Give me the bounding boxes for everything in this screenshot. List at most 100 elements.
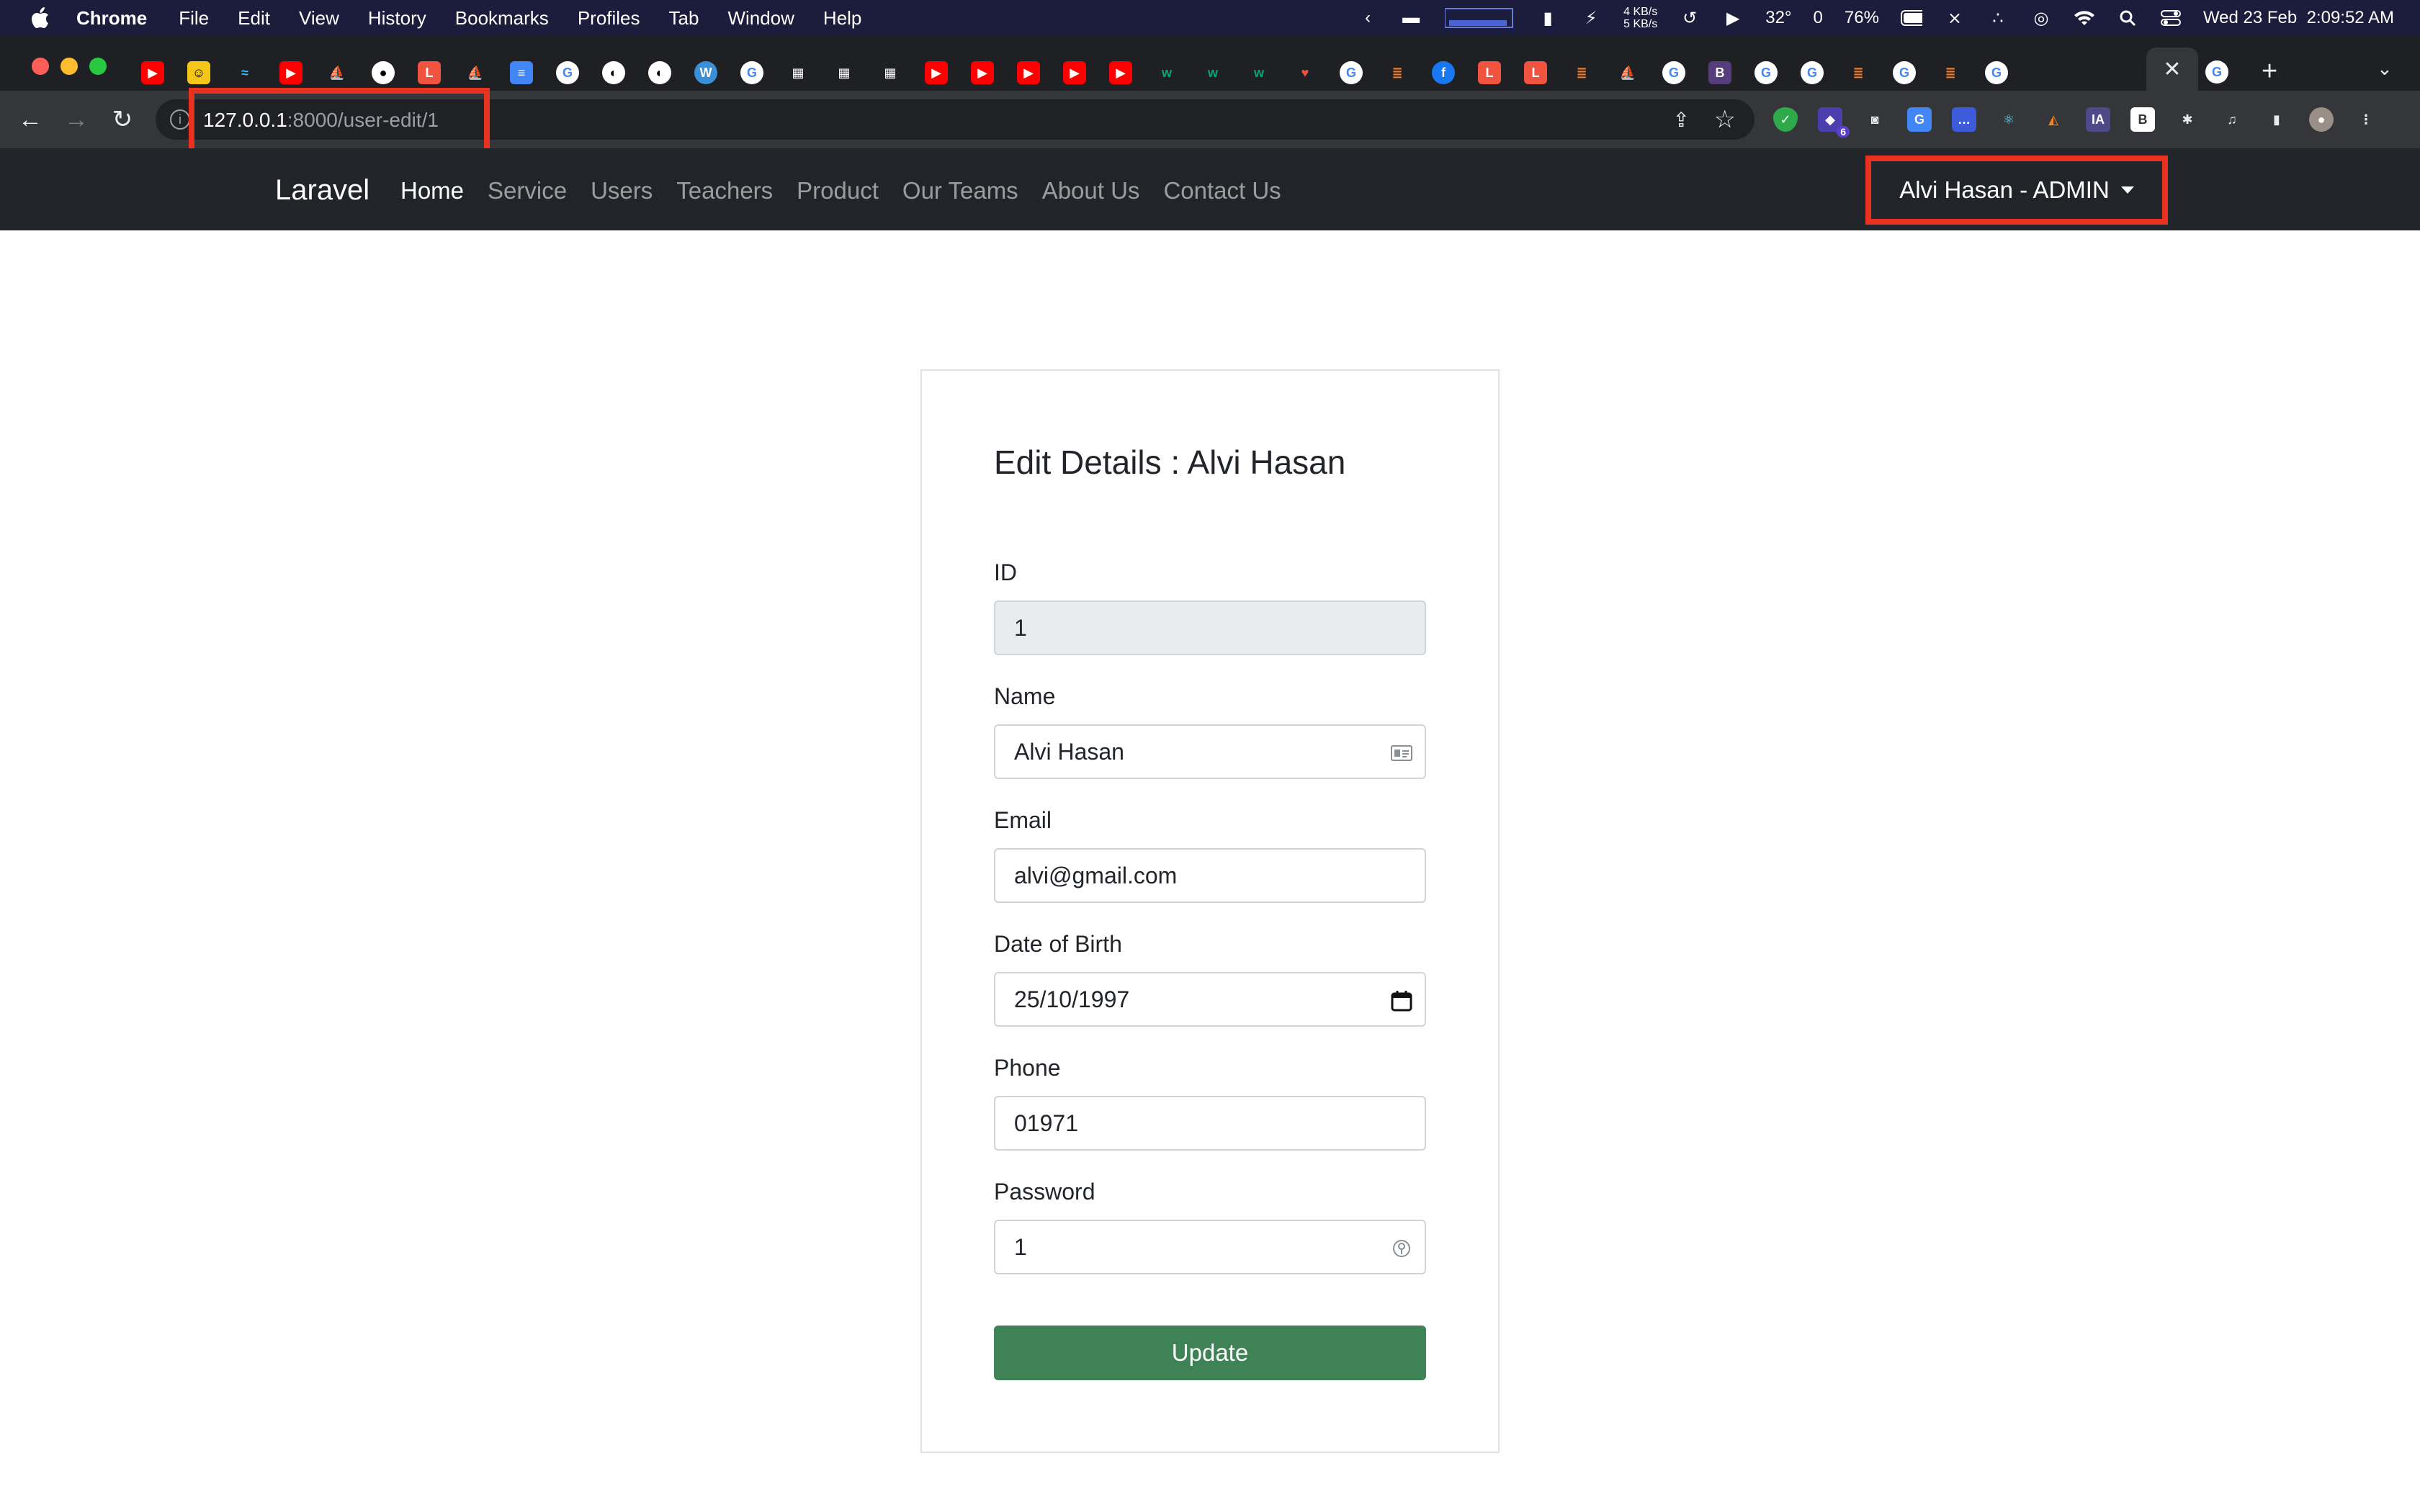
wifi-icon[interactable]: [2074, 9, 2095, 27]
password-key-icon[interactable]: [1387, 1234, 1416, 1263]
search-icon[interactable]: [2117, 9, 2138, 27]
metamask-extension-icon[interactable]: ◭: [2041, 107, 2066, 132]
youtube-tab-icon[interactable]: ▶: [1017, 61, 1040, 84]
youtube-tab-icon[interactable]: ▶: [1063, 61, 1086, 84]
circle-tab-icon[interactable]: ◐: [648, 61, 671, 84]
laravel-tab-icon[interactable]: L: [1524, 61, 1547, 84]
facebook-tab-icon[interactable]: f: [1432, 61, 1455, 84]
bookmark-star-icon[interactable]: ☆: [1714, 105, 1736, 134]
grid-tab-icon[interactable]: ▦: [786, 61, 810, 84]
circle-tab-icon[interactable]: ◐: [602, 61, 625, 84]
share-icon[interactable]: ⇪: [1673, 108, 1690, 132]
sail-tab-icon[interactable]: ⛵: [326, 61, 349, 84]
back-button[interactable]: ←: [14, 104, 46, 135]
nav-contact-us[interactable]: Contact Us: [1163, 177, 1281, 204]
stackoverflow-tab-icon[interactable]: ≣: [1847, 61, 1870, 84]
forward-button[interactable]: →: [60, 104, 92, 135]
w3-tab-icon[interactable]: w: [1155, 61, 1178, 84]
name-input[interactable]: Alvi Hasan: [994, 724, 1426, 779]
docs-tab-icon[interactable]: ≡: [510, 61, 533, 84]
calendar-icon[interactable]: [1387, 986, 1416, 1015]
nav-teachers[interactable]: Teachers: [676, 177, 773, 204]
youtube-tab-icon[interactable]: ▶: [925, 61, 948, 84]
menu-bookmarks[interactable]: Bookmarks: [455, 7, 549, 30]
memory-icon[interactable]: ▮: [1537, 9, 1559, 28]
nav-home[interactable]: Home: [400, 177, 464, 204]
time-machine-icon[interactable]: ↺: [1679, 9, 1700, 28]
google-tab-icon[interactable]: G: [2205, 60, 2228, 84]
battery-stat-icon[interactable]: ⚡: [1580, 9, 1602, 28]
airdrop-icon[interactable]: ◎: [2030, 9, 2052, 28]
phone-input[interactable]: 01971: [994, 1096, 1426, 1151]
active-tab[interactable]: ✕: [2146, 48, 2198, 91]
menu-help[interactable]: Help: [823, 7, 861, 30]
play-icon[interactable]: ▶: [1722, 9, 1744, 28]
stackoverflow-tab-icon[interactable]: ≣: [1939, 61, 1962, 84]
translate-extension-icon[interactable]: G: [1907, 107, 1932, 132]
control-center-icon[interactable]: [2160, 9, 2182, 27]
tailwind-tab-icon[interactable]: ≈: [233, 61, 256, 84]
dob-input[interactable]: 25/10/1997: [994, 972, 1426, 1027]
update-button[interactable]: Update: [994, 1326, 1426, 1380]
wp-tab-icon[interactable]: W: [694, 61, 717, 84]
cpu-graph-icon[interactable]: [1443, 8, 1515, 28]
password-input[interactable]: 1: [994, 1220, 1426, 1274]
b-extension-icon[interactable]: B: [2130, 107, 2155, 132]
side-panel-icon[interactable]: ▮: [2264, 107, 2289, 132]
bootstrap-tab-icon[interactable]: B: [1708, 61, 1731, 84]
bluetooth-off-icon[interactable]: ⨯: [1944, 9, 1966, 28]
menu-history[interactable]: History: [368, 7, 426, 30]
nav-our-teams[interactable]: Our Teams: [902, 177, 1018, 204]
ia-extension-icon[interactable]: IA: [2086, 107, 2110, 132]
menu-profiles[interactable]: Profiles: [578, 7, 640, 30]
w3-tab-icon[interactable]: w: [1201, 61, 1224, 84]
camera-extension-icon[interactable]: ◙: [1863, 107, 1887, 132]
minimize-window-button[interactable]: [60, 58, 78, 75]
dots-extension-icon[interactable]: …: [1952, 107, 1976, 132]
github-tab-icon[interactable]: ●: [372, 61, 395, 84]
extensions-puzzle-icon[interactable]: ✱: [2175, 107, 2200, 132]
stackoverflow-tab-icon[interactable]: ≣: [1570, 61, 1593, 84]
chrome-menu-icon[interactable]: ⋮: [2354, 107, 2378, 132]
emoji-tab-icon[interactable]: ☺: [187, 61, 210, 84]
nav-users[interactable]: Users: [591, 177, 653, 204]
google-tab-icon[interactable]: G: [1662, 61, 1685, 84]
battery-icon[interactable]: [1900, 9, 1922, 27]
menu-edit[interactable]: Edit: [238, 7, 270, 30]
tab-search-icon[interactable]: ⌄: [2377, 58, 2393, 80]
shield-extension-icon[interactable]: ✓: [1773, 107, 1798, 132]
docker-icon[interactable]: ▬: [1400, 8, 1422, 27]
google-tab-icon[interactable]: G: [1801, 61, 1824, 84]
grid-tab-icon[interactable]: ▦: [833, 61, 856, 84]
menu-view[interactable]: View: [299, 7, 339, 30]
email-input[interactable]: alvi@gmail.com: [994, 848, 1426, 903]
dots-icon[interactable]: ∴: [1987, 9, 2009, 28]
grid-tab-icon[interactable]: ▦: [879, 61, 902, 84]
google-tab-icon[interactable]: G: [1893, 61, 1916, 84]
nav-about-us[interactable]: About Us: [1042, 177, 1140, 204]
new-tab-button[interactable]: +: [2262, 56, 2277, 87]
contact-card-icon[interactable]: [1387, 739, 1416, 768]
reload-button[interactable]: ↻: [107, 104, 138, 135]
youtube-tab-icon[interactable]: ▶: [971, 61, 994, 84]
apple-icon[interactable]: [26, 6, 55, 30]
youtube-tab-icon[interactable]: ▶: [279, 61, 302, 84]
youtube-tab-icon[interactable]: ▶: [141, 61, 164, 84]
user-dropdown[interactable]: Alvi Hasan - ADMIN: [1865, 156, 2168, 225]
stackoverflow-tab-icon[interactable]: ≣: [1386, 61, 1409, 84]
close-tab-icon[interactable]: ✕: [2163, 57, 2181, 82]
laravel-tab-icon[interactable]: L: [418, 61, 441, 84]
menu-tab[interactable]: Tab: [669, 7, 699, 30]
navbar-brand[interactable]: Laravel: [275, 174, 369, 207]
close-window-button[interactable]: [32, 58, 49, 75]
sail-tab-icon[interactable]: ⛵: [464, 61, 487, 84]
profile-avatar[interactable]: ●: [2309, 107, 2334, 132]
w3-tab-icon[interactable]: w: [1247, 61, 1270, 84]
google-tab-icon[interactable]: G: [1985, 61, 2008, 84]
sail-tab-icon[interactable]: ⛵: [1616, 61, 1639, 84]
site-info-icon[interactable]: i: [170, 109, 190, 130]
nav-product[interactable]: Product: [797, 177, 879, 204]
nav-service[interactable]: Service: [488, 177, 567, 204]
google-tab-icon[interactable]: G: [556, 61, 579, 84]
menu-chrome[interactable]: Chrome: [76, 7, 147, 30]
